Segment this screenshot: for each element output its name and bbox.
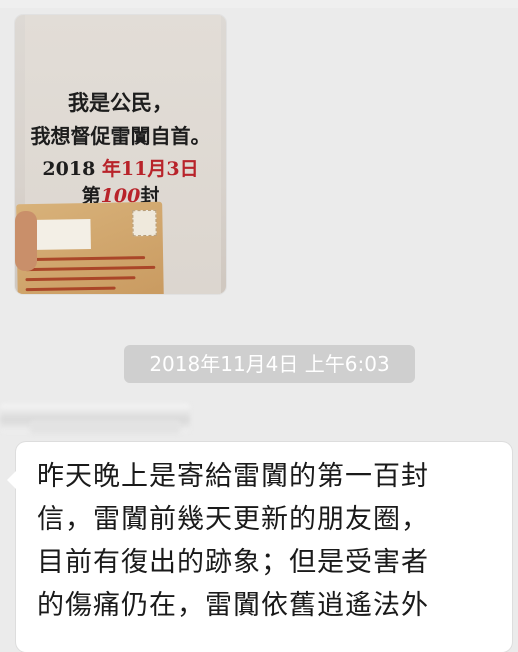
sender-name-blurred — [30, 420, 180, 434]
envelope-handwriting — [25, 286, 116, 292]
top-edge — [0, 0, 518, 8]
envelope-handwriting — [25, 256, 146, 262]
photo-date-rest: 年11月3日 — [101, 158, 199, 180]
photo-text-line-1: 我是公民， — [68, 90, 173, 115]
envelope-handwriting — [25, 276, 136, 282]
hand — [15, 211, 37, 271]
photo-text-line-2: 我想督促雷闐自首。 — [30, 124, 211, 148]
image-message[interactable]: 我是公民， 我想督促雷闐自首。 2018 年11月3日 第100封 — [15, 15, 226, 294]
envelope — [16, 201, 164, 294]
envelope-address-label — [36, 218, 91, 250]
message-text[interactable]: 昨天晚上是寄給雷闐的第一百封 信，雷闐前幾天更新的朋友圈， 目前有復出的跡象；但… — [37, 455, 507, 627]
envelope-stamp — [132, 209, 157, 237]
envelope-handwriting — [25, 265, 156, 272]
bubble-tail — [7, 470, 17, 490]
message-line: 昨天晚上是寄給雷闐的第一百封 — [37, 461, 429, 492]
message-line: 目前有復出的跡象；但是受害者 — [37, 547, 429, 578]
message-line: 的傷痛仍在，雷闐依舊逍遙法外 — [37, 590, 429, 621]
photo-date-line: 2018 年11月3日 — [15, 154, 226, 181]
photo-date-year: 2018 — [42, 158, 96, 180]
message-line: 信，雷闐前幾天更新的朋友圈， — [37, 504, 429, 535]
message-timestamp: 2018年11月4日 上午6:03 — [124, 345, 415, 383]
